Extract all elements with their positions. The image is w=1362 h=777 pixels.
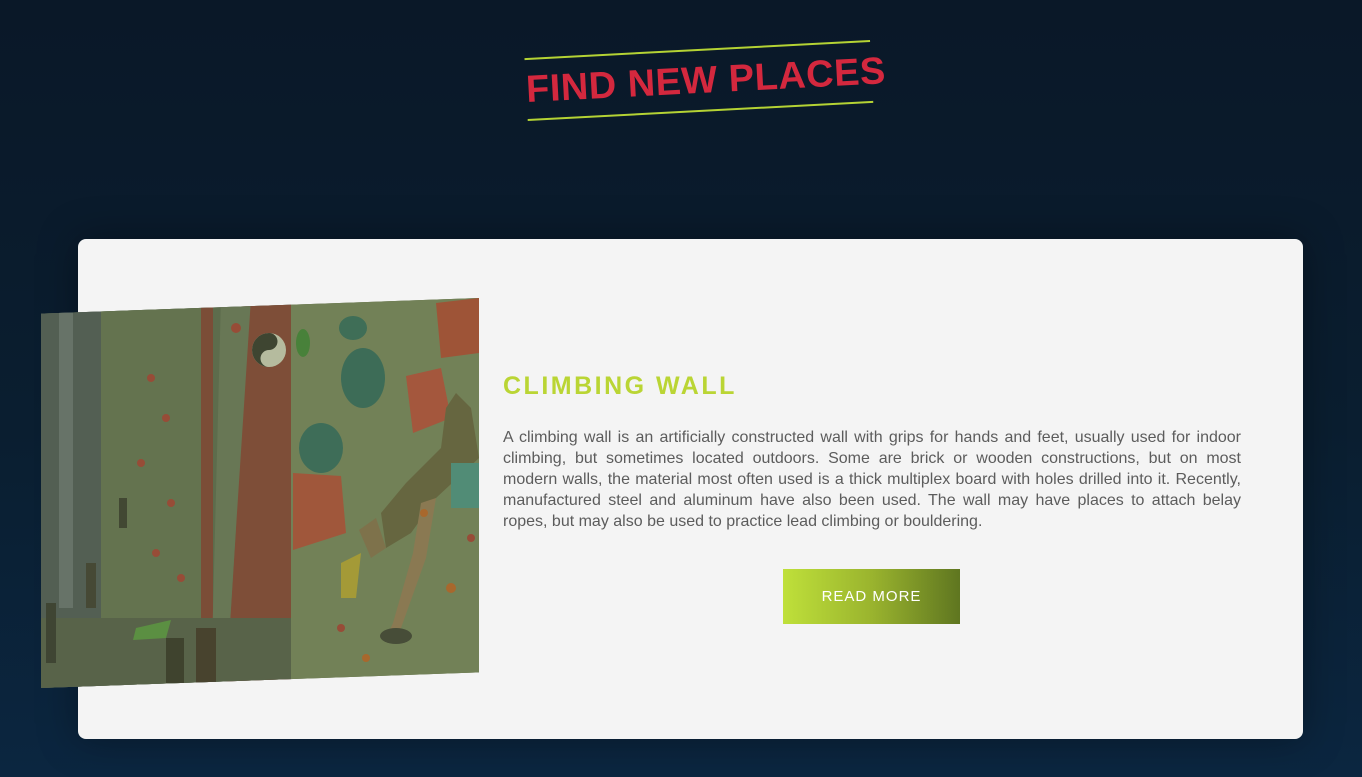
card-description: A climbing wall is an artificially const… (503, 429, 1241, 530)
section-title-block: FIND NEW PLACES (524, 35, 887, 131)
read-more-button[interactable]: READ MORE (783, 569, 960, 624)
climbing-wall-photo (41, 298, 479, 688)
section-title: FIND NEW PLACES (525, 50, 887, 112)
card-heading: CLIMBING WALL (503, 372, 737, 400)
